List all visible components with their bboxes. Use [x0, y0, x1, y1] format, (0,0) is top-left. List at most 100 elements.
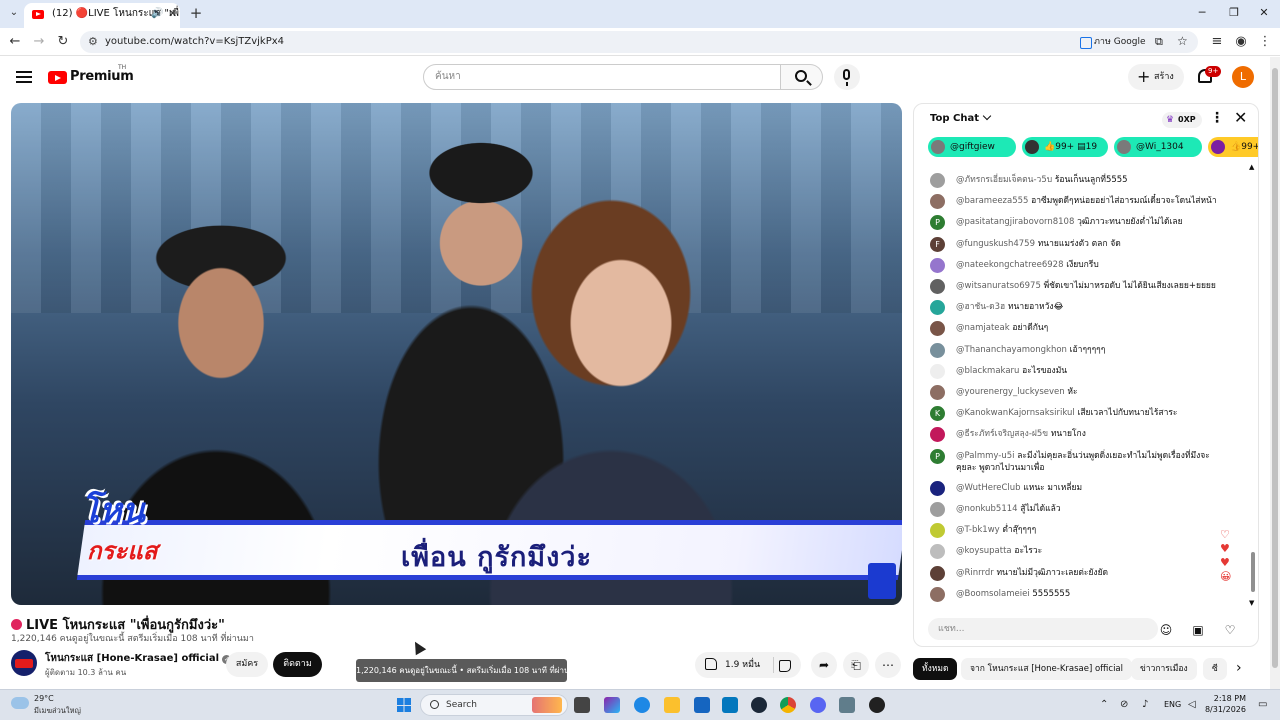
- chat-avatar[interactable]: K: [930, 406, 945, 422]
- hamburger-menu-icon[interactable]: [16, 71, 32, 83]
- like-button[interactable]: 1.9 หมื่น: [695, 652, 769, 678]
- tab-audio-icon[interactable]: 🔊: [151, 3, 163, 25]
- chip-all[interactable]: ทั้งหมด: [913, 658, 958, 680]
- steam-icon[interactable]: [751, 697, 767, 713]
- new-tab-button[interactable]: +: [188, 4, 204, 22]
- chat-author[interactable]: @koysupatta: [956, 546, 1012, 556]
- tab-search-chevron-icon[interactable]: ⌄: [6, 5, 22, 21]
- chat-avatar[interactable]: [930, 502, 945, 517]
- ticker-item[interactable]: @Wi_1304: [1114, 137, 1202, 157]
- chat-author[interactable]: @namjateak: [956, 323, 1010, 333]
- chat-author[interactable]: @Thananchayamongkhon: [956, 345, 1067, 355]
- profile-icon[interactable]: ◉: [1233, 34, 1249, 50]
- discord-icon[interactable]: [810, 697, 826, 713]
- chat-avatar[interactable]: [930, 342, 945, 358]
- chat-avatar[interactable]: [930, 385, 945, 400]
- ticker-item[interactable]: 👍99+ ▤19: [1022, 137, 1108, 157]
- chat-author[interactable]: @pasitatangjirabovorn8108: [956, 217, 1074, 227]
- chat-author[interactable]: @T-bk1wy: [956, 525, 1000, 535]
- chat-author[interactable]: @KanokwanKajornsaksirikul: [956, 408, 1075, 418]
- tray-notification-icon[interactable]: ▭: [1258, 699, 1267, 710]
- chip-politics[interactable]: ข่าวการเมือง: [1131, 658, 1197, 680]
- chat-author[interactable]: @nateekongchatree6928: [956, 260, 1064, 270]
- share-icon[interactable]: ➦: [811, 652, 837, 678]
- chrome-icon[interactable]: [780, 697, 796, 713]
- super-chat-icon[interactable]: ▣: [1190, 622, 1206, 638]
- chat-avatar[interactable]: P: [930, 448, 945, 464]
- page-scrollbar[interactable]: [1270, 57, 1280, 689]
- ticker-item[interactable]: @giftgiew: [928, 137, 1016, 157]
- chat-scrollbar[interactable]: ▲ ▼: [1249, 163, 1256, 607]
- user-avatar[interactable]: L: [1232, 66, 1254, 88]
- calculator-icon[interactable]: [839, 697, 855, 713]
- chat-avatar[interactable]: [930, 257, 945, 273]
- file-explorer-icon[interactable]: [664, 697, 680, 713]
- chat-author[interactable]: @funguskush4759: [956, 239, 1035, 249]
- chat-close-icon[interactable]: ✕: [1234, 108, 1247, 127]
- chat-avatar[interactable]: [930, 480, 945, 496]
- tray-mic-icon[interactable]: ♪: [1142, 699, 1148, 710]
- reload-icon[interactable]: ↻: [55, 34, 71, 50]
- chat-avatar[interactable]: [930, 565, 945, 581]
- window-minimize-button[interactable]: ─: [1194, 5, 1210, 21]
- copilot-icon[interactable]: [604, 697, 620, 713]
- scroll-down-icon[interactable]: ▼: [1249, 599, 1254, 607]
- chat-avatar[interactable]: [930, 300, 945, 316]
- chat-author[interactable]: @blackmakaru: [956, 366, 1019, 376]
- window-close-button[interactable]: ✕: [1256, 5, 1272, 21]
- task-view-icon[interactable]: [574, 697, 590, 713]
- chevron-right-icon[interactable]: ›: [1236, 660, 1242, 676]
- chat-avatar[interactable]: [930, 544, 945, 560]
- xp-badge[interactable]: 0XP: [1162, 112, 1202, 128]
- search-highlight-icon[interactable]: [532, 697, 562, 713]
- save-bookmark-icon[interactable]: ⎗: [843, 652, 869, 678]
- store-icon[interactable]: [694, 697, 710, 713]
- channel-name-link[interactable]: โหนกระแส [Hone-Krasae] official✓: [45, 651, 232, 666]
- chip-more[interactable]: ซี: [1203, 658, 1227, 680]
- chat-author[interactable]: @nonkub5114: [956, 504, 1018, 514]
- more-actions-icon[interactable]: ⋯: [875, 652, 901, 678]
- chat-author[interactable]: @ภัทรกรเอี่ยมเจ็คตน-ว5บ: [956, 175, 1052, 185]
- subscribe-button[interactable]: ติดตาม: [273, 652, 322, 677]
- chat-author[interactable]: @yourenergy_luckyseven: [956, 387, 1065, 397]
- windows-start-icon[interactable]: [397, 698, 411, 712]
- chat-message-list[interactable]: @ภัทรกรเอี่ยมเจ็คตน-ว5บ ร้อนเก็นนลูกที่5…: [914, 165, 1254, 613]
- page-scroll-thumb[interactable]: [1272, 68, 1278, 668]
- chat-avatar[interactable]: [930, 363, 945, 379]
- scroll-up-icon[interactable]: ▲: [1249, 163, 1254, 171]
- heart-icon[interactable]: ♡: [1222, 622, 1238, 638]
- top-chat-dropdown[interactable]: Top Chat: [930, 111, 992, 124]
- voice-search-button[interactable]: [834, 64, 860, 90]
- video-player[interactable]: เพื่อน กูรักมึงว่ะ โหน กระแส: [11, 103, 902, 605]
- thumbs-down-icon[interactable]: [779, 660, 791, 672]
- install-app-icon[interactable]: ⧉: [1155, 35, 1163, 49]
- mail-icon[interactable]: [722, 697, 738, 713]
- site-info-icon[interactable]: ⚙: [88, 35, 98, 48]
- chat-avatar[interactable]: [930, 586, 945, 602]
- tray-time[interactable]: 2:18 PM: [1212, 694, 1246, 703]
- chat-avatar[interactable]: [930, 523, 945, 539]
- chat-avatar[interactable]: [930, 427, 945, 443]
- chat-avatar[interactable]: F: [930, 236, 945, 252]
- chat-input[interactable]: แชท...: [928, 618, 1158, 640]
- tab-close-icon[interactable]: ✕: [168, 3, 177, 25]
- chip-from-channel[interactable]: จาก โหนกระแส [Hone-Krasae] official: [961, 658, 1133, 680]
- cloud-icon[interactable]: [11, 697, 29, 709]
- chat-avatar[interactable]: P: [930, 215, 945, 231]
- address-bar[interactable]: ⚙ youtube.com/watch?v=KsjTZvjkPx4 ภาษ Go…: [80, 31, 1198, 53]
- back-arrow-icon[interactable]: ←: [7, 34, 23, 50]
- edge-icon[interactable]: [634, 697, 650, 713]
- search-input[interactable]: ค้นหา: [423, 64, 781, 90]
- chat-author[interactable]: @ธีระภัทร์เจริญสลุง-ฝ5ข: [956, 429, 1048, 439]
- chat-avatar[interactable]: [930, 194, 945, 210]
- bookmark-star-icon[interactable]: ☆: [1177, 34, 1188, 48]
- browser-tab[interactable]: (12) 🔴LIVE โหนกระแส "เพื่อน 🔊 ✕: [24, 3, 180, 28]
- chat-avatar[interactable]: [930, 321, 945, 337]
- chat-author[interactable]: @Rinrrdr: [956, 568, 994, 578]
- chat-author[interactable]: @witsanuratso6975: [956, 281, 1041, 291]
- tray-language[interactable]: ENG: [1164, 700, 1181, 709]
- search-button[interactable]: [781, 64, 823, 90]
- chat-author[interactable]: @ฮาชัน-ด3ฮ: [956, 302, 1005, 312]
- app-icon[interactable]: [869, 697, 885, 713]
- chat-avatar[interactable]: [930, 173, 945, 188]
